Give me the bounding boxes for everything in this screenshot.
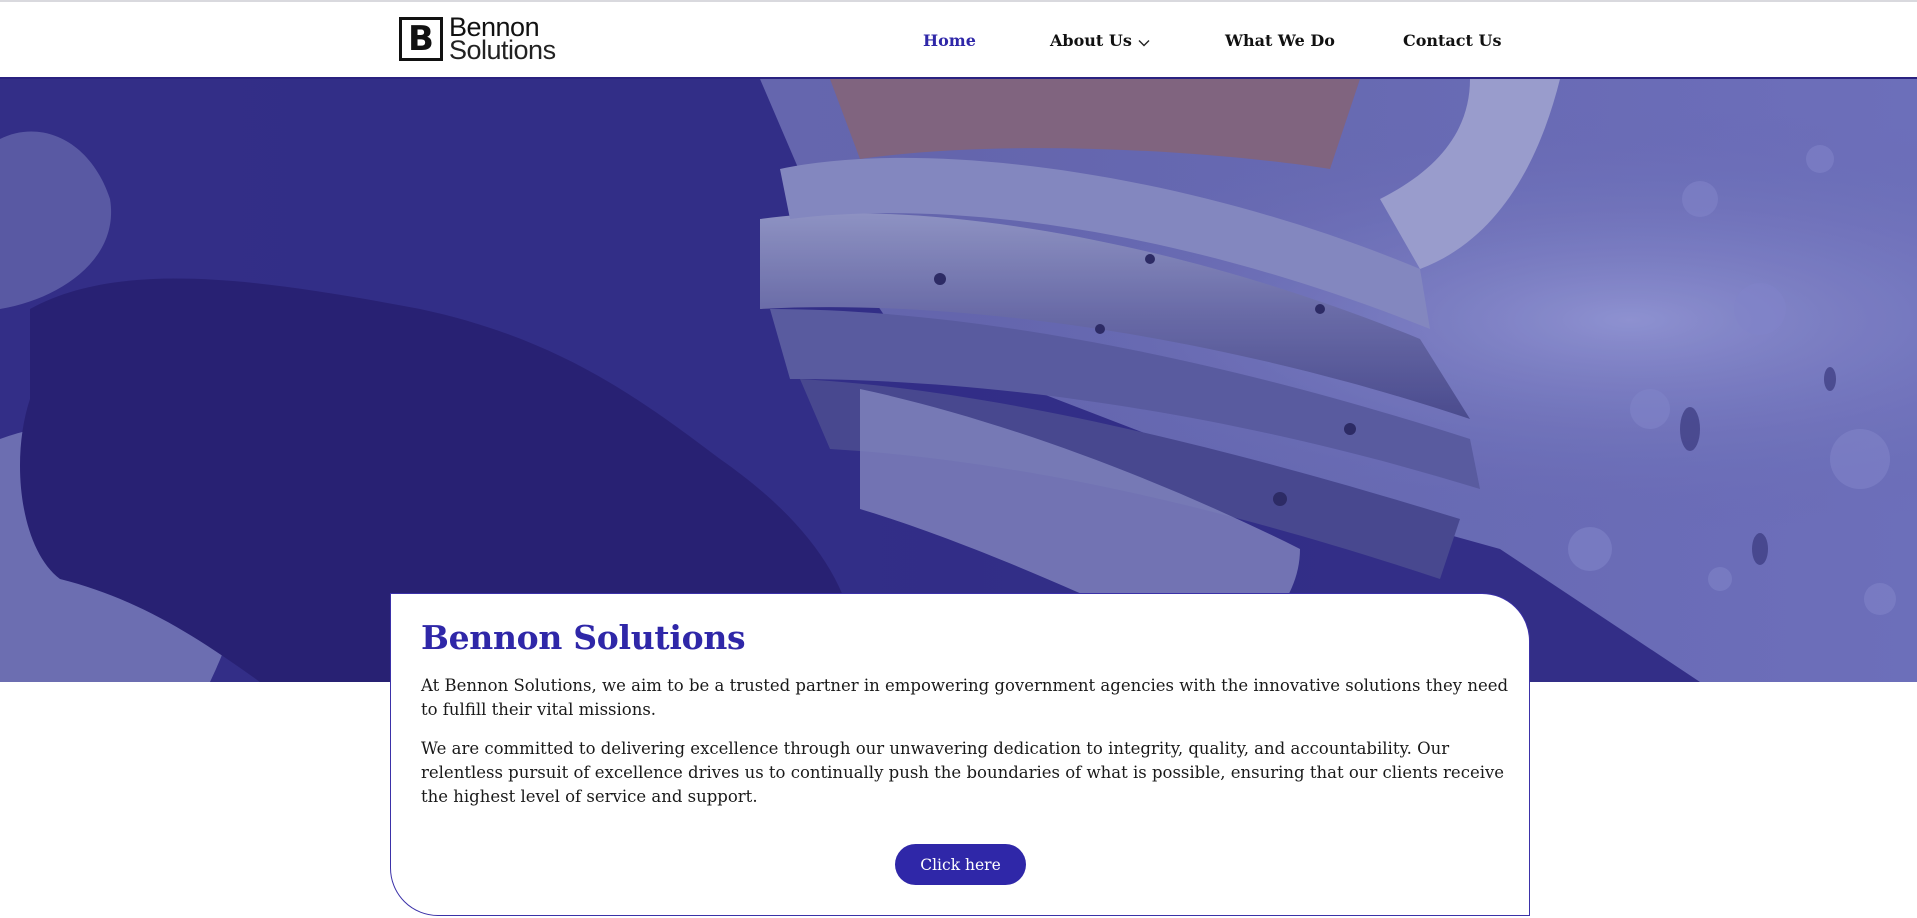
logo-line-2: Solutions bbox=[449, 35, 556, 65]
card-paragraph-1: At Bennon Solutions, we aim to be a trus… bbox=[421, 676, 1509, 719]
astronaut-helmet-illustration bbox=[0, 79, 1917, 682]
click-here-button[interactable]: Click here bbox=[895, 844, 1026, 885]
nav-about-us[interactable]: About Us bbox=[1050, 31, 1150, 51]
site-header: B Bennon Solutions Home About Us What We… bbox=[0, 2, 1917, 79]
chevron-down-icon bbox=[1138, 32, 1150, 51]
nav-what-we-do[interactable]: What We Do bbox=[1225, 31, 1335, 50]
nav-about-us-label: About Us bbox=[1050, 31, 1132, 50]
nav-home[interactable]: Home bbox=[923, 31, 976, 50]
logo-wordmark: Bennon Solutions bbox=[449, 14, 556, 65]
hero-image bbox=[0, 79, 1917, 682]
nav-contact-us[interactable]: Contact Us bbox=[1403, 31, 1501, 50]
logo[interactable]: B Bennon Solutions bbox=[399, 12, 556, 66]
intro-card: Bennon Solutions At Bennon Solutions, we… bbox=[390, 593, 1530, 916]
card-title: Bennon Solutions bbox=[421, 618, 746, 657]
logo-mark: B bbox=[399, 17, 443, 61]
card-paragraph-2: We are committed to delivering excellenc… bbox=[421, 739, 1505, 806]
